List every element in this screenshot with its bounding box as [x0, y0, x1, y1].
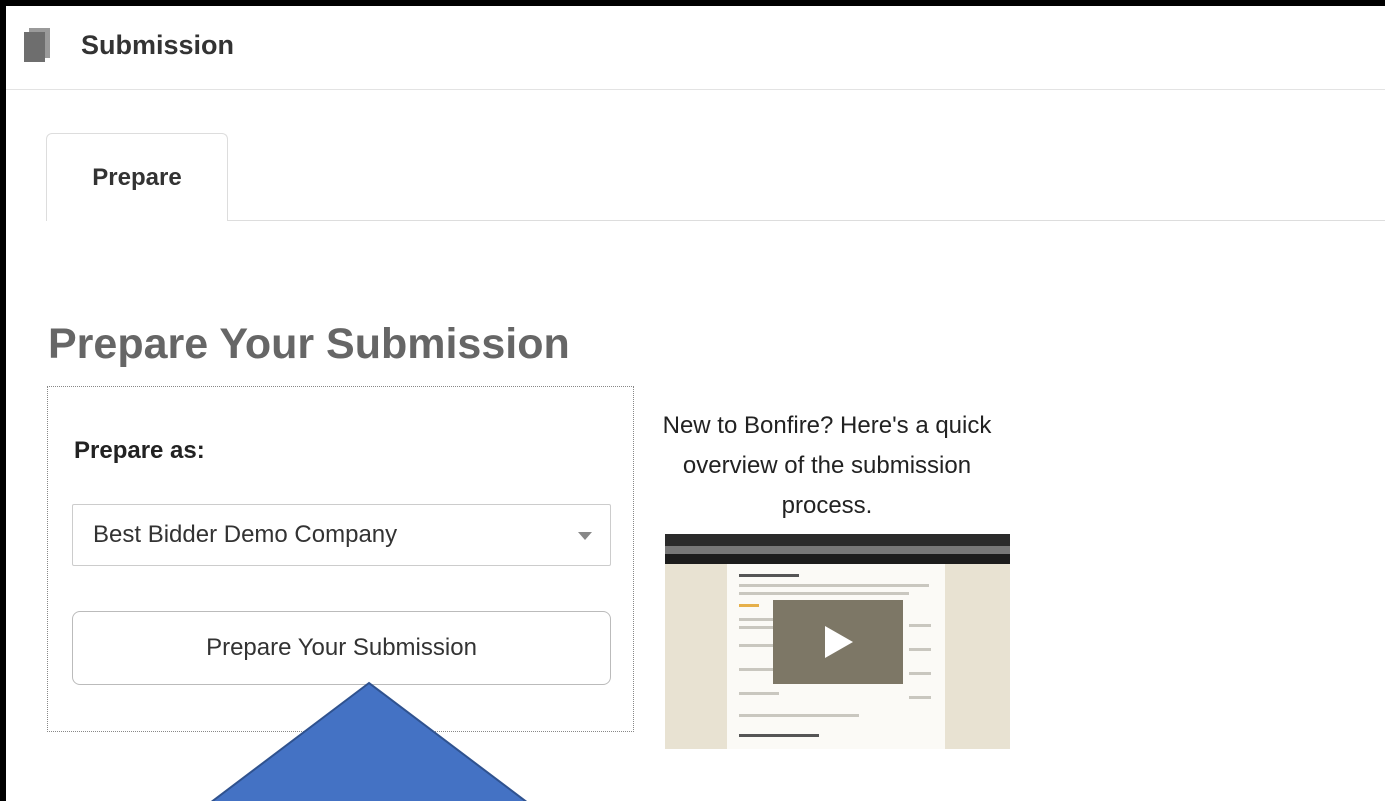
- video-nav-bar: [665, 554, 1010, 564]
- chevron-down-icon: [578, 532, 592, 540]
- tab-prepare[interactable]: Prepare: [46, 133, 228, 221]
- video-address-bar: [665, 546, 1010, 554]
- video-browser-bar: [665, 534, 1010, 546]
- company-select[interactable]: Best Bidder Demo Company: [72, 504, 611, 566]
- overview-text: New to Bonfire? Here's a quick overview …: [662, 412, 992, 519]
- video-player[interactable]: [773, 600, 903, 684]
- page-frame: Submission Prepare Prepare Your Submissi…: [6, 6, 1385, 801]
- company-select-value: Best Bidder Demo Company: [93, 521, 398, 548]
- annotation-arrow: [210, 681, 528, 801]
- prepare-submission-button[interactable]: Prepare Your Submission: [72, 611, 611, 685]
- overview-video-thumbnail[interactable]: [665, 534, 1010, 749]
- play-icon[interactable]: [825, 626, 853, 658]
- page-header: Submission: [6, 6, 1385, 90]
- tabs-divider: [46, 220, 1385, 221]
- header-title: Submission: [81, 30, 235, 60]
- prepare-as-label: Prepare as:: [74, 437, 205, 464]
- page-title: Prepare Your Submission: [48, 320, 570, 368]
- document-icon: [24, 28, 50, 62]
